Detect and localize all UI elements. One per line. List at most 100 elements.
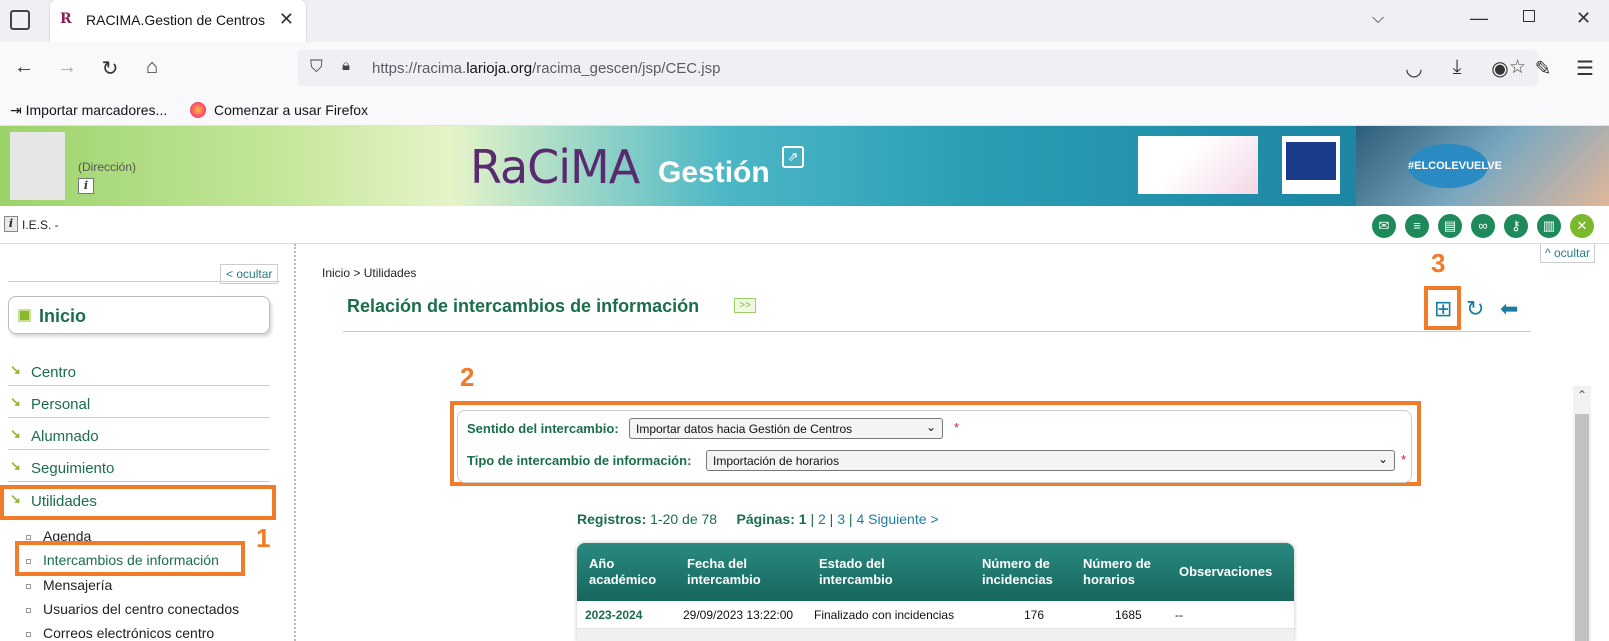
tab-overflow-chevron-icon[interactable]: ⌵ — [1372, 10, 1384, 28]
sidebar-item-label: Seguimiento — [31, 460, 115, 477]
submenu-correos[interactable]: Correos electrónicos centro — [26, 625, 214, 641]
page-link-2[interactable]: 2 — [818, 511, 826, 527]
racima-logo: RaCiMA Gestión ⇗ — [470, 140, 804, 194]
bullet-icon — [26, 631, 31, 637]
user-photo — [10, 132, 65, 200]
sidebar-item-personal[interactable]: ↘ Personal — [8, 390, 270, 418]
browser-tab[interactable]: R RACIMA.Gestion de Centros ✕ — [50, 0, 306, 42]
submenu-mensajeria[interactable]: Mensajería — [26, 577, 112, 593]
expand-icon[interactable]: >> — [734, 298, 756, 313]
tipo-value: Importación de horarios — [713, 454, 840, 468]
close-window-icon[interactable]: ✕ — [1576, 8, 1591, 29]
back-arrow-icon[interactable]: ⬅ — [1500, 296, 1518, 322]
column-header[interactable]: Observaciones — [1179, 564, 1272, 580]
shield-icon[interactable]: ⛉ — [310, 57, 323, 77]
page-title: Relación de intercambios de información — [347, 296, 700, 316]
menu-icon[interactable]: ☰ — [1572, 56, 1598, 81]
tipo-select[interactable]: Importación de horarios ⌄ — [706, 450, 1395, 471]
sentido-value: Importar datos hacia Gestión de Centros — [636, 422, 853, 436]
arrow-icon: ↘ — [10, 426, 21, 441]
home-icon[interactable]: ⌂ — [139, 56, 165, 79]
logout-icon[interactable]: ✕ — [1570, 214, 1594, 238]
table-header: Año académico Fecha del intercambio Esta… — [577, 543, 1294, 601]
bookmarks-bar: ⇥ Importar marcadores... Comenzar a usar… — [0, 94, 1609, 126]
extensions-icon[interactable]: ✎ — [1530, 56, 1556, 81]
sidebar-item-centro[interactable]: ↘ Centro — [8, 358, 270, 386]
reload-icon[interactable]: ↻ — [97, 56, 123, 81]
chevron-down-icon: ⌄ — [925, 420, 936, 434]
column-header[interactable]: Fecha del intercambio — [687, 556, 777, 588]
required-mark: * — [954, 420, 960, 435]
app-toolbar: i I.E.S. - ✉ ≡ ▤ ∞ ⚷ ▥ ✕ — [0, 206, 1609, 244]
campaign-image: #ELCOLEVUELVE — [1356, 126, 1609, 206]
link-icon[interactable]: ∞ — [1471, 214, 1495, 238]
document-icon[interactable]: ▤ — [1438, 214, 1462, 238]
pocket-icon[interactable]: ◡ — [1401, 56, 1427, 81]
open-external-icon[interactable]: ⇗ — [782, 146, 804, 168]
scrollbar-thumb[interactable] — [1575, 414, 1589, 641]
back-icon[interactable]: ← — [11, 56, 37, 79]
scrollbar[interactable]: ⌃ — [1573, 386, 1591, 641]
column-header[interactable]: Número de incidencias — [982, 556, 1067, 588]
sidebar-item-label: Centro — [31, 364, 77, 381]
mail-icon[interactable]: ✉ — [1372, 214, 1396, 238]
column-header[interactable]: Estado del intercambio — [819, 556, 929, 588]
divider — [8, 281, 280, 282]
eu-flag-logo — [1282, 136, 1340, 194]
tab-list-icon[interactable] — [10, 10, 30, 30]
browser-tab-bar: R RACIMA.Gestion de Centros ✕ ⌵ — ✕ — [0, 0, 1609, 42]
scroll-up-icon[interactable]: ⌃ — [1577, 388, 1587, 402]
page-1: 1 — [798, 511, 807, 527]
list-icon[interactable]: ≡ — [1405, 214, 1429, 238]
address-bar[interactable]: ⛉ 🔒︎ https://racima.larioja.org/racima_g… — [298, 50, 1538, 86]
arrow-icon: ↘ — [10, 394, 21, 409]
lock-icon[interactable]: 🔒︎ — [342, 57, 350, 74]
account-icon[interactable]: ◉ — [1487, 56, 1513, 81]
hide-header-link[interactable]: ^ ocultar — [1540, 244, 1595, 263]
sidebar-item-label: Alumnado — [31, 428, 99, 445]
forward-icon[interactable]: → — [54, 56, 80, 79]
cell-year[interactable]: 2023-2024 — [585, 608, 642, 622]
restore-icon[interactable] — [1523, 10, 1535, 22]
import-bookmarks-link[interactable]: ⇥ Importar marcadores... — [10, 102, 167, 119]
table-row[interactable]: 2023-2024 29/09/2023 13:22:00 Finalizado… — [577, 601, 1294, 629]
sidebar-item-alumnado[interactable]: ↘ Alumnado — [8, 422, 270, 450]
page-link-3[interactable]: 3 — [837, 511, 845, 527]
highlight-box-intercambios — [15, 541, 245, 576]
highlight-box-utilidades — [0, 485, 276, 520]
table-row-partial[interactable] — [577, 629, 1294, 641]
submenu-usuarios-conectados[interactable]: Usuarios del centro conectados — [26, 601, 239, 617]
new-exchange-icon[interactable]: ⊞ — [1434, 296, 1452, 322]
submenu-label: Usuarios del centro conectados — [43, 601, 240, 617]
minimize-icon[interactable]: — — [1470, 8, 1488, 29]
book-icon[interactable]: ▥ — [1537, 214, 1561, 238]
key-icon[interactable]: ⚷ — [1504, 214, 1528, 238]
tab-title: RACIMA.Gestion de Centros — [86, 12, 265, 28]
page-link-next[interactable]: 4 Siguiente > — [856, 511, 938, 527]
arrow-icon: ↘ — [10, 458, 21, 473]
cell-horarios: 1685 — [1115, 608, 1142, 622]
firefox-icon — [190, 102, 206, 118]
sentido-select[interactable]: Importar datos hacia Gestión de Centros ⌄ — [629, 418, 943, 439]
sentido-label: Sentido del intercambio: — [467, 421, 619, 436]
sidebar-item-seguimiento[interactable]: ↘ Seguimiento — [8, 454, 270, 482]
column-header[interactable]: Número de horarios — [1083, 556, 1163, 588]
downloads-icon[interactable]: ⤓ — [1444, 56, 1470, 79]
school-info-icon[interactable]: i — [4, 216, 18, 232]
annotation-2: 2 — [460, 362, 475, 392]
racima-favicon-icon: R — [60, 11, 72, 27]
chevron-down-icon: ⌄ — [1377, 452, 1388, 466]
breadcrumb: Inicio > Utilidades — [322, 266, 417, 280]
column-header[interactable]: Año académico — [589, 556, 669, 588]
bullet-icon — [26, 607, 31, 613]
sidebar-home-button[interactable]: Inicio — [8, 296, 270, 334]
registros-label: Registros: — [577, 511, 647, 527]
refresh-icon[interactable]: ↻ — [1466, 296, 1484, 322]
sidebar: < ocultar Inicio ↘ Centro ↘ Personal ↘ Alum… — [0, 244, 296, 641]
getting-started-link[interactable]: Comenzar a usar Firefox — [214, 102, 368, 118]
logo-sub: Gestión — [658, 156, 770, 189]
home-label: Inicio — [39, 306, 87, 326]
close-tab-icon[interactable]: ✕ — [279, 9, 294, 30]
arrow-icon: ↘ — [10, 362, 21, 377]
info-icon[interactable]: i — [78, 178, 94, 194]
